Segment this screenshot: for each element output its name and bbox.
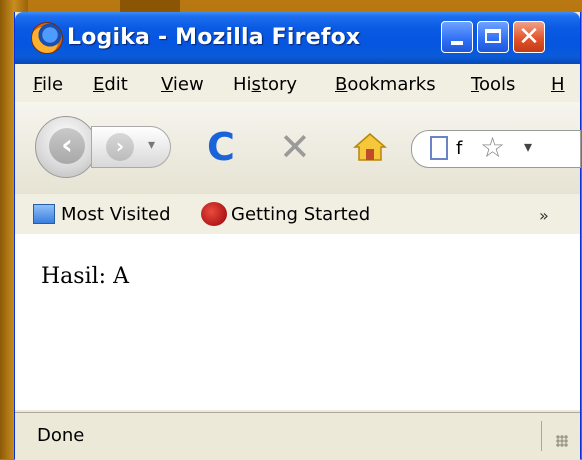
forward-arrow-icon: ›	[106, 133, 134, 161]
menu-bookmarks[interactable]: Bookmarks	[335, 74, 436, 95]
bookmarks-toolbar: Most Visited Getting Started »	[15, 194, 580, 235]
home-icon[interactable]	[352, 132, 388, 162]
history-dropdown-icon[interactable]: ▾	[148, 137, 155, 153]
minimize-button[interactable]	[441, 21, 473, 53]
maximize-icon	[485, 29, 501, 43]
close-icon: ✕	[518, 22, 540, 52]
resize-grip-icon[interactable]	[541, 421, 572, 451]
result-text: Hasil: A	[41, 264, 129, 289]
menu-tools[interactable]: Tools	[471, 74, 515, 95]
bookmark-getting-started[interactable]: Getting Started	[231, 204, 370, 225]
window-title: Logika - Mozilla Firefox	[67, 25, 361, 50]
back-button[interactable]: ‹	[35, 116, 97, 178]
url-bar[interactable]: f ☆ ▾	[411, 130, 581, 168]
getting-started-icon	[201, 202, 227, 226]
reload-icon[interactable]: C	[207, 128, 235, 166]
forward-button[interactable]: › ▾	[91, 126, 171, 168]
browser-window: Logika - Mozilla Firefox ✕ File Edit Vie…	[14, 12, 581, 460]
firefox-icon	[31, 22, 63, 54]
status-text: Done	[37, 425, 85, 446]
menu-edit[interactable]: Edit	[93, 74, 128, 95]
close-button[interactable]: ✕	[513, 21, 545, 53]
page-icon	[430, 136, 448, 160]
bookmark-most-visited[interactable]: Most Visited	[61, 204, 171, 225]
navigation-toolbar: ‹ › ▾ C ✕ f ☆ ▾	[15, 102, 581, 195]
url-text[interactable]: f	[456, 138, 462, 159]
menu-file[interactable]: File	[33, 74, 63, 95]
menu-history[interactable]: History	[233, 74, 297, 95]
menu-bar: File Edit View History Bookmarks Tools H	[15, 64, 580, 103]
desktop-background-strip	[120, 0, 180, 12]
page-content: Hasil: A	[15, 234, 580, 410]
status-bar: Done	[15, 412, 580, 460]
maximize-button[interactable]	[477, 21, 509, 53]
minimize-icon	[451, 41, 463, 45]
bookmark-star-icon[interactable]: ☆	[480, 131, 505, 164]
back-arrow-icon: ‹	[49, 128, 85, 164]
bookmarks-overflow-icon[interactable]: »	[539, 206, 549, 225]
url-dropdown-icon[interactable]: ▾	[524, 137, 532, 156]
menu-view[interactable]: View	[161, 74, 204, 95]
menu-help[interactable]: H	[551, 74, 565, 95]
most-visited-icon	[33, 204, 55, 224]
title-bar[interactable]: Logika - Mozilla Firefox ✕	[15, 12, 580, 64]
stop-icon[interactable]: ✕	[279, 128, 311, 166]
